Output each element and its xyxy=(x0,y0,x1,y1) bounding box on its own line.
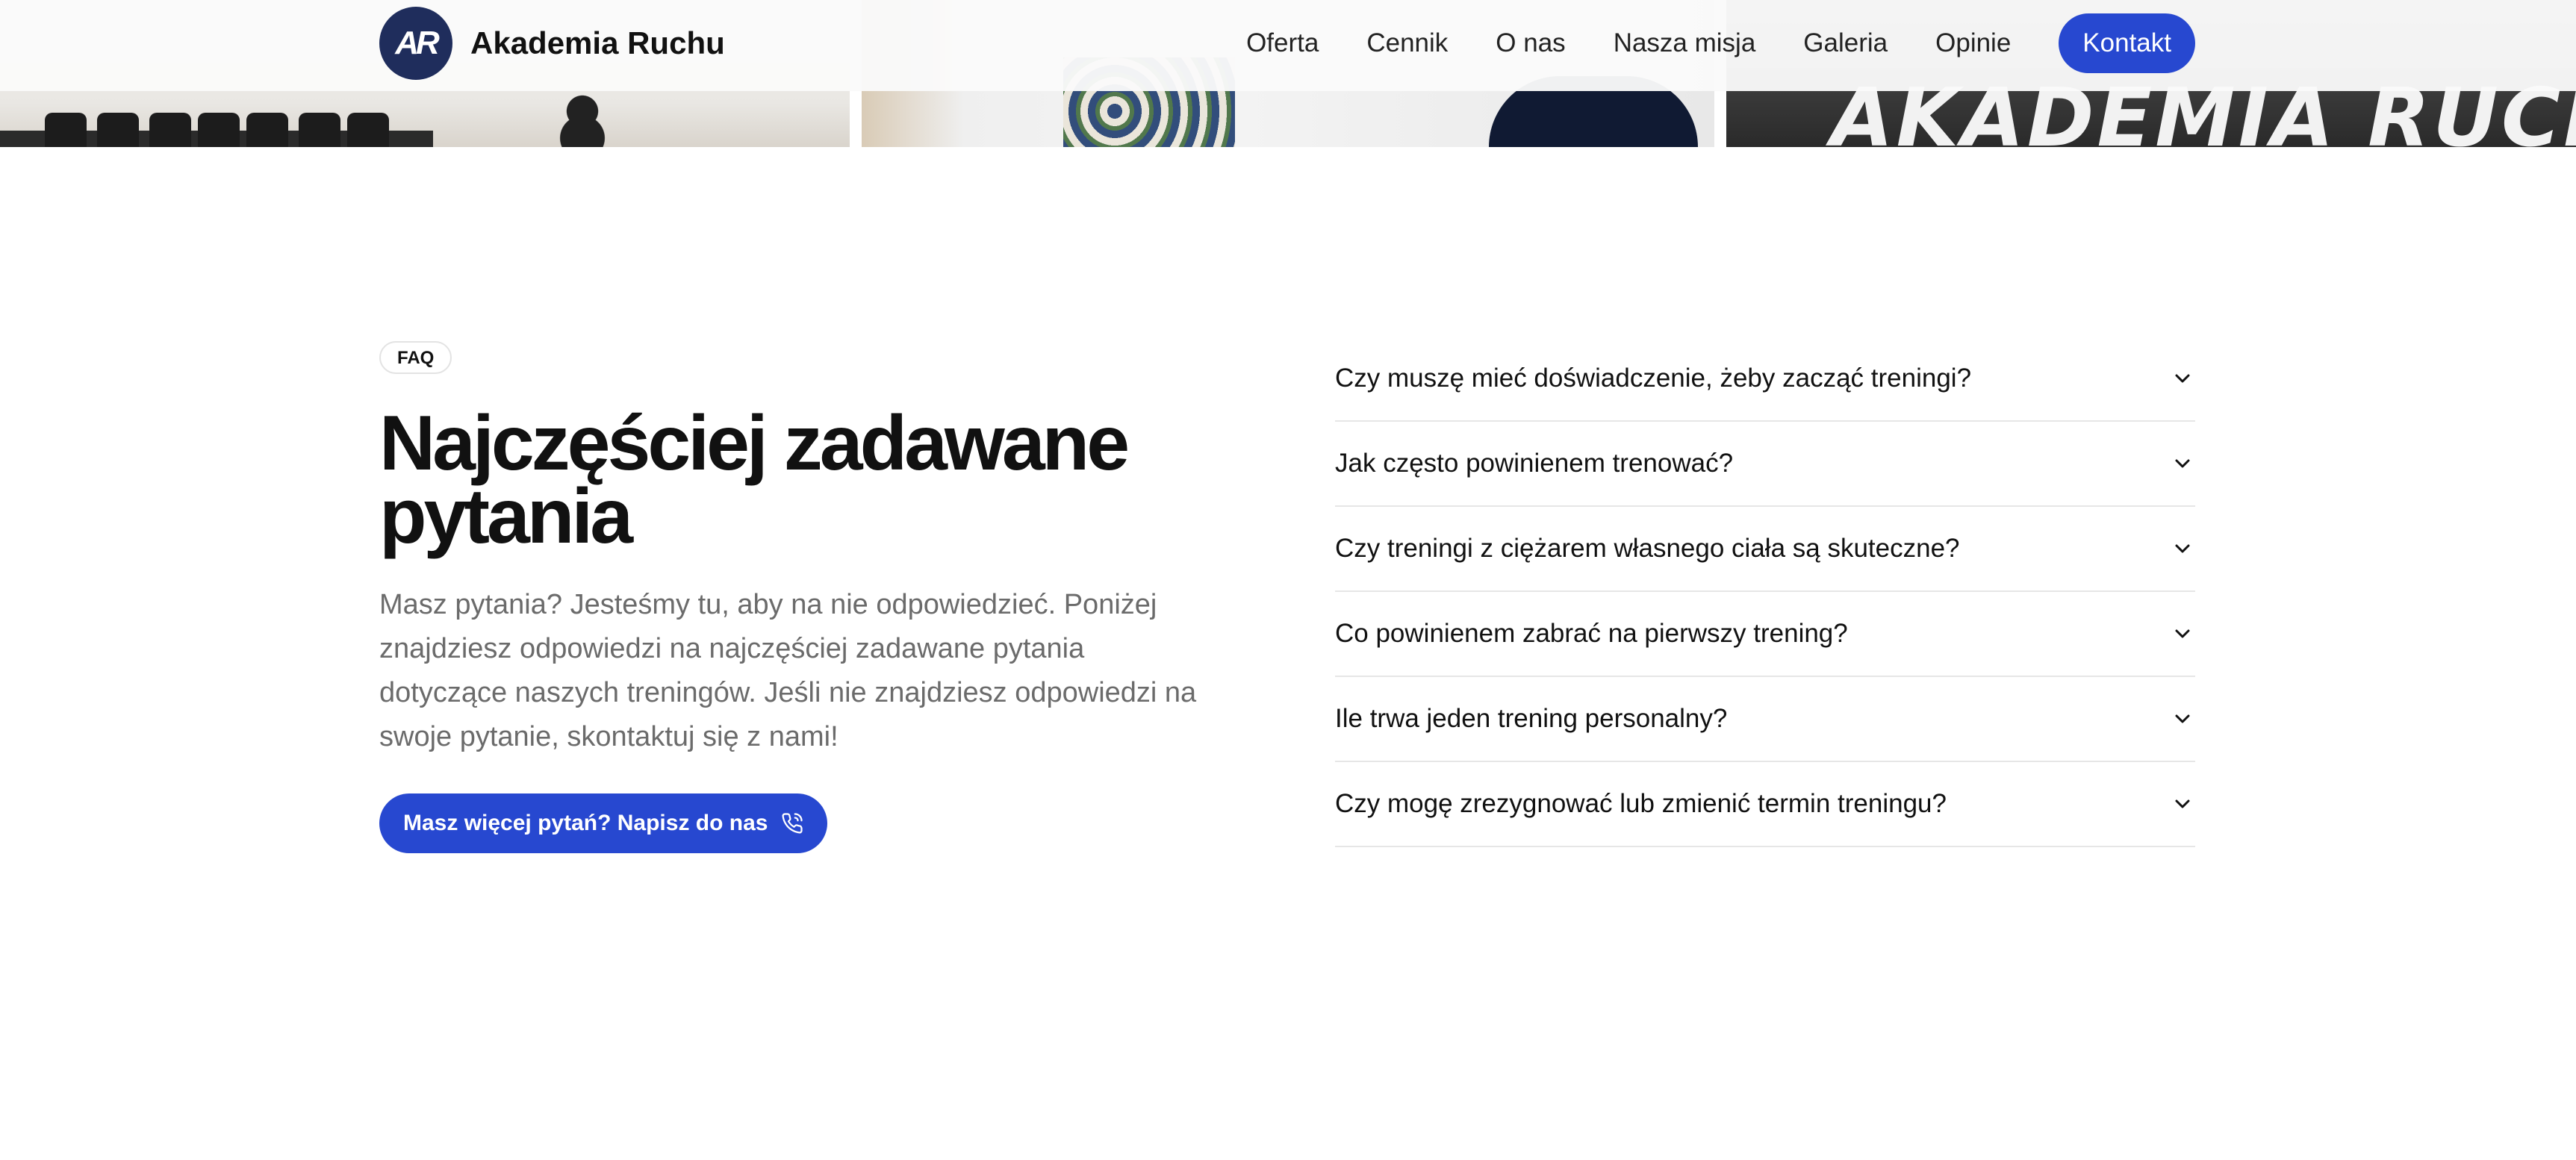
chevron-down-icon xyxy=(2170,791,2195,817)
chevron-down-icon xyxy=(2170,706,2195,732)
chevron-down-icon xyxy=(2170,536,2195,561)
dumbbell xyxy=(246,113,288,147)
dumbbell xyxy=(97,113,139,147)
faq-item[interactable]: Czy treningi z ciężarem własnego ciała s… xyxy=(1335,507,2195,592)
faq-badge: FAQ xyxy=(379,341,452,374)
faq-title: Najczęściej zadawane pytania xyxy=(379,400,1130,560)
site-header: AR Akademia Ruchu Oferta Cennik O nas Na… xyxy=(0,0,2576,91)
faq-intro: FAQ Najczęściej zadawane pytania Masz py… xyxy=(379,341,1231,853)
dumbbell xyxy=(198,113,240,147)
dumbbell xyxy=(45,113,87,147)
main-nav: Oferta Cennik O nas Nasza misja Galeria … xyxy=(1246,13,2195,73)
faq-item[interactable]: Ile trwa jeden trening personalny? xyxy=(1335,677,2195,762)
kettlebell xyxy=(545,87,620,147)
faq-question: Ile trwa jeden trening personalny? xyxy=(1335,704,1728,733)
faq-contact-button-label: Masz więcej pytań? Napisz do nas xyxy=(403,811,768,835)
dumbbell xyxy=(347,113,389,147)
nav-link-galeria[interactable]: Galeria xyxy=(1803,13,1888,73)
faq-contact-button[interactable]: Masz więcej pytań? Napisz do nas xyxy=(379,793,828,853)
faq-item[interactable]: Czy muszę mieć doświadczenie, żeby zaczą… xyxy=(1335,337,2195,422)
nav-link-cennik[interactable]: Cennik xyxy=(1366,13,1448,73)
logo-icon: AR xyxy=(379,7,452,80)
faq-question: Jak często powinienem trenować? xyxy=(1335,449,1734,478)
faq-question: Czy mogę zrezygnować lub zmienić termin … xyxy=(1335,789,1947,818)
chevron-down-icon xyxy=(2170,366,2195,391)
nav-link-oferta[interactable]: Oferta xyxy=(1246,13,1319,73)
faq-accordion: Czy muszę mieć doświadczenie, żeby zaczą… xyxy=(1335,337,2195,847)
faq-question: Czy muszę mieć doświadczenie, żeby zaczą… xyxy=(1335,364,1972,393)
faq-item[interactable]: Co powinienem zabrać na pierwszy trening… xyxy=(1335,592,2195,677)
logo-link[interactable]: AR Akademia Ruchu xyxy=(379,7,725,80)
faq-question: Czy treningi z ciężarem własnego ciała s… xyxy=(1335,534,1960,563)
contact-button[interactable]: Kontakt xyxy=(2059,13,2195,73)
dumbbell xyxy=(299,113,340,147)
faq-item[interactable]: Jak często powinienem trenować? xyxy=(1335,422,2195,507)
brand-name: Akademia Ruchu xyxy=(470,25,725,60)
faq-question: Co powinienem zabrać na pierwszy trening… xyxy=(1335,619,1848,648)
nav-link-opinie[interactable]: Opinie xyxy=(1935,13,2011,73)
nav-link-o-nas[interactable]: O nas xyxy=(1496,13,1565,73)
nav-link-nasza-misja[interactable]: Nasza misja xyxy=(1614,13,1756,73)
chevron-down-icon xyxy=(2170,451,2195,476)
dumbbell xyxy=(149,113,191,147)
faq-description: Masz pytania? Jesteśmy tu, aby na nie od… xyxy=(379,589,1197,752)
faq-item[interactable]: Czy mogę zrezygnować lub zmienić termin … xyxy=(1335,762,2195,847)
chevron-down-icon xyxy=(2170,621,2195,646)
phone-icon xyxy=(782,813,803,834)
